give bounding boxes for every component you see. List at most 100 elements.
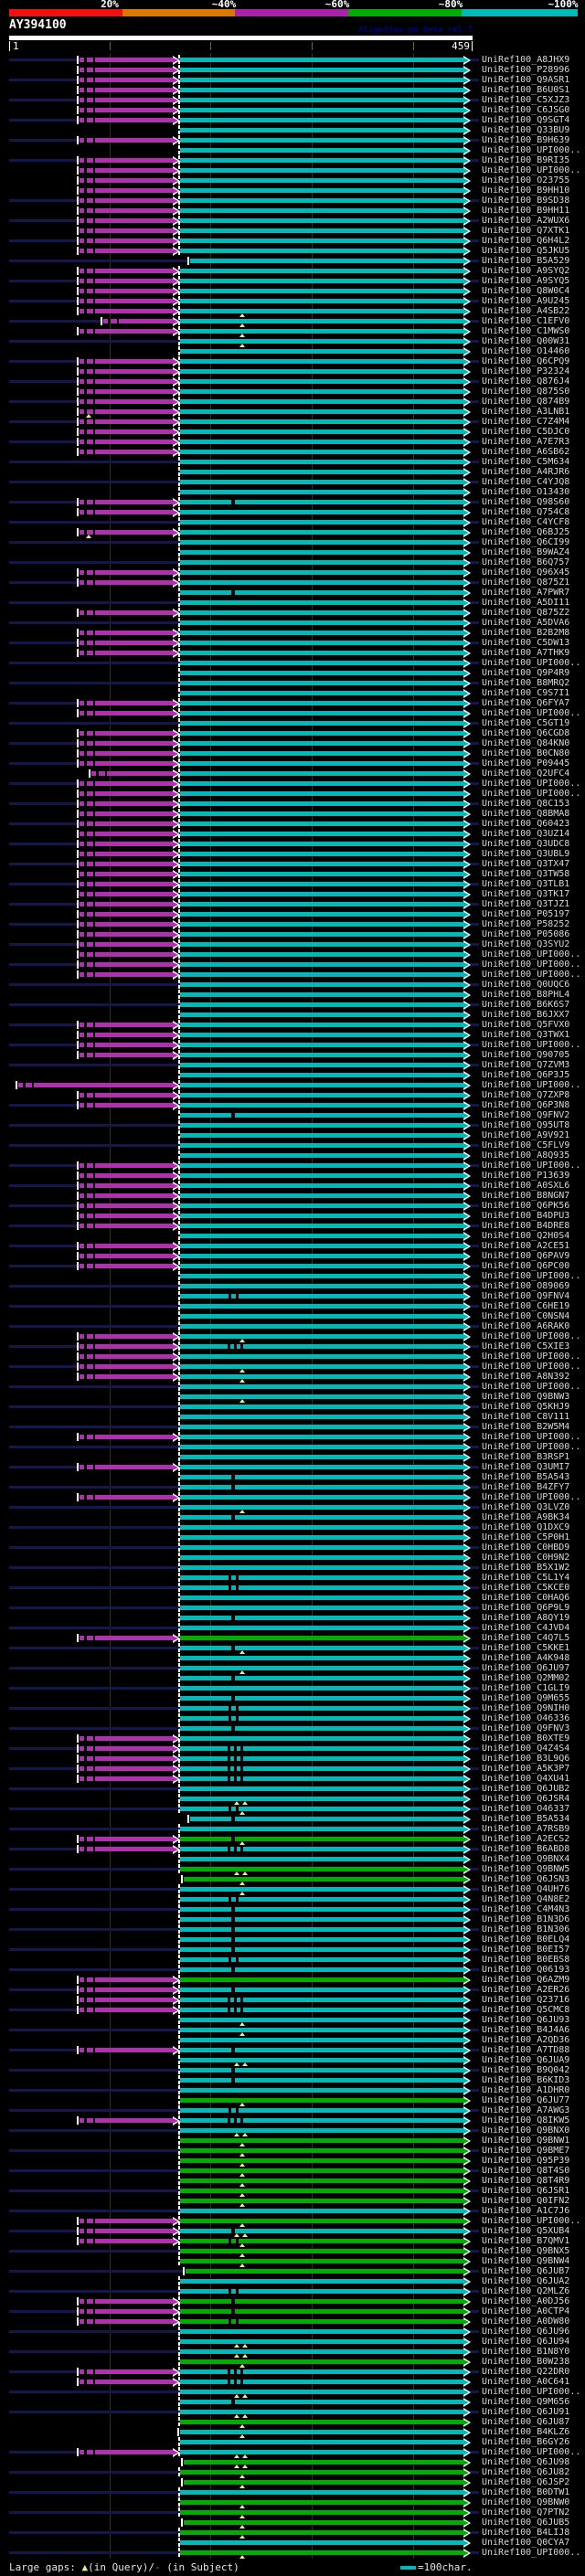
hit-label[interactable]: UniRef100_B4ZFY7 [482,1482,569,1492]
hit-label[interactable]: UniRef100_P09445 [482,758,569,769]
hit-label[interactable]: UniRef100_B1N3D6 [482,1914,569,1924]
hit-label[interactable]: UniRef100_Q9NIH0 [482,1703,569,1713]
hit-label[interactable]: UniRef100_C5KCE0 [482,1583,569,1593]
hit-label[interactable]: UniRef100_P32324 [482,366,569,376]
hit-label[interactable]: UniRef100_Q8T4S0 [482,2166,569,2176]
hit-label[interactable]: UniRef100_P05197 [482,909,569,919]
hit-label[interactable]: UniRef100_P13639 [482,1171,569,1181]
hit-label[interactable]: UniRef100_UPI000.. [482,1432,580,1442]
hit-label[interactable]: UniRef100_A0C641 [482,2377,569,2387]
hit-label[interactable]: UniRef100_Q6P3N8 [482,1100,569,1110]
hit-label[interactable]: UniRef100_C5XJZ3 [482,95,569,105]
hit-label[interactable]: UniRef100_UPI000.. [482,165,580,175]
hit-label[interactable]: UniRef100_Q3UZ14 [482,829,569,839]
hit-label[interactable]: UniRef100_A0CTP4 [482,2306,569,2316]
hit-label[interactable]: UniRef100_Q9M656 [482,2397,569,2407]
hit-label[interactable]: UniRef100_C8V111 [482,1412,569,1422]
hit-label[interactable]: UniRef100_Q6JU82 [482,2467,569,2477]
hit-label[interactable]: UniRef100_Q6JU94 [482,2337,569,2347]
hit-label[interactable]: UniRef100_Q6JU87 [482,2417,569,2427]
hit-label[interactable]: UniRef100_P28996 [482,65,569,75]
hit-label[interactable]: UniRef100_Q5FVX0 [482,1020,569,1030]
hit-label[interactable]: UniRef100_Q00W31 [482,336,569,346]
hit-label[interactable]: UniRef100_B6GY26 [482,2437,569,2447]
hit-label[interactable]: UniRef100_Q6JSR1 [482,2186,569,2196]
hit-label[interactable]: UniRef100_Q9ASR1 [482,75,569,85]
hit-label[interactable]: UniRef100_P05086 [482,929,569,939]
hit-label[interactable]: UniRef100_B6Q757 [482,557,569,567]
hit-label[interactable]: UniRef100_Q96X45 [482,567,569,578]
hit-label[interactable]: UniRef100_UPI000.. [482,2548,580,2558]
hit-label[interactable]: UniRef100_Q3UBL9 [482,849,569,859]
hit-label[interactable]: UniRef100_A4K948 [482,1653,569,1663]
hit-label[interactable]: UniRef100_B4DPU3 [482,1211,569,1221]
hit-label[interactable]: UniRef100_B4KLZ6 [482,2427,569,2437]
hit-label[interactable]: UniRef100_A8JHX9 [482,55,569,65]
hit-label[interactable]: UniRef100_A4RJR6 [482,467,569,477]
hit-label[interactable]: UniRef100_Q6BJ25 [482,527,569,537]
hit-label[interactable]: UniRef100_Q9M655 [482,1693,569,1703]
hit-label[interactable]: UniRef100_C4YJQ8 [482,477,569,487]
hit-label[interactable]: UniRef100_A1DHR0 [482,2085,569,2095]
hit-label[interactable]: UniRef100_Q6AZM9 [482,1975,569,1985]
hit-label[interactable]: UniRef100_P58252 [482,919,569,929]
hit-label[interactable]: UniRef100_A2ECS2 [482,1834,569,1844]
hit-label[interactable]: UniRef100_B5X1W2 [482,1563,569,1573]
hit-label[interactable]: UniRef100_C9S7I1 [482,688,569,698]
hit-label[interactable]: UniRef100_UPI000.. [482,708,580,718]
hit-label[interactable]: UniRef100_Q6H4L2 [482,236,569,246]
hit-label[interactable]: UniRef100_B3L9Q6 [482,1754,569,1764]
hit-label[interactable]: UniRef100_B9SD38 [482,196,569,206]
hit-label[interactable]: UniRef100_B1N8Y0 [482,2347,569,2357]
hit-label[interactable]: UniRef100_A9U245 [482,296,569,306]
hit-label[interactable]: UniRef100_Q9BME7 [482,2146,569,2156]
hit-label[interactable]: UniRef100_Q95P39 [482,2156,569,2166]
hit-label[interactable]: UniRef100_B0EBS8 [482,1955,569,1965]
hit-label[interactable]: UniRef100_Q9FNV3 [482,1723,569,1733]
hit-label[interactable]: UniRef100_Q3TK17 [482,889,569,899]
hit-label[interactable]: UniRef100_B2W5M4 [482,1422,569,1432]
hit-label[interactable]: UniRef100_O14460 [482,346,569,356]
hit-label[interactable]: UniRef100_C5XIE3 [482,1341,569,1352]
hit-label[interactable]: UniRef100_C4M4N3 [482,1904,569,1914]
hit-label[interactable]: UniRef100_Q5CMC8 [482,2005,569,2015]
hit-label[interactable]: UniRef100_Q22DR0 [482,2367,569,2377]
hit-label[interactable]: UniRef100_A2WUX6 [482,216,569,226]
hit-label[interactable]: UniRef100_C5FLV9 [482,1140,569,1150]
hit-label[interactable]: UniRef100_Q8W0C4 [482,286,569,296]
hit-label[interactable]: UniRef100_Q9BNW4 [482,2256,569,2266]
hit-label[interactable]: UniRef100_UPI000.. [482,658,580,668]
hit-label[interactable]: UniRef100_A4SB22 [482,306,569,316]
hit-label[interactable]: UniRef100_B3RSP1 [482,1452,569,1462]
hit-label[interactable]: UniRef100_C4JVD4 [482,1623,569,1633]
hit-label[interactable]: UniRef100_Q6JSP2 [482,2477,569,2487]
hit-label[interactable]: UniRef100_Q60423 [482,819,569,829]
hit-label[interactable]: UniRef100_Q9BNW1 [482,2136,569,2146]
hit-label[interactable]: UniRef100_UPI000.. [482,949,580,959]
hit-label[interactable]: UniRef100_Q0CYA7 [482,2538,569,2548]
hit-label[interactable]: UniRef100_Q2H0S4 [482,1231,569,1241]
hit-label[interactable]: UniRef100_B9HH10 [482,186,569,196]
hit-label[interactable]: UniRef100_A0DW80 [482,2316,569,2327]
hit-label[interactable]: UniRef100_C4YCF8 [482,517,569,527]
hit-label[interactable]: UniRef100_C0HBD9 [482,1542,569,1553]
hit-label[interactable]: UniRef100_B0W238 [482,2357,569,2367]
hit-label[interactable]: UniRef100_Q9FNV2 [482,1110,569,1120]
hit-label[interactable]: UniRef100_A9BK34 [482,1512,569,1522]
hit-label[interactable]: UniRef100_Q6JSN3 [482,1874,569,1884]
hit-label[interactable]: UniRef100_Q6JUB7 [482,2266,569,2276]
hit-label[interactable]: UniRef100_B9RI35 [482,155,569,165]
hit-label[interactable]: UniRef100_O23755 [482,175,569,186]
hit-label[interactable]: UniRef100_C5KKE1 [482,1643,569,1653]
hit-label[interactable]: UniRef100_UPI000.. [482,1442,580,1452]
hit-label[interactable]: UniRef100_UPI000.. [482,2387,580,2397]
hit-label[interactable]: UniRef100_UPI000.. [482,1362,580,1372]
hit-label[interactable]: UniRef100_B9Q042 [482,2065,569,2075]
hit-label[interactable]: UniRef100_UPI000.. [482,2447,580,2457]
hit-label[interactable]: UniRef100_Q6CGD8 [482,728,569,738]
hit-label[interactable]: UniRef100_A2ER26 [482,1985,569,1995]
hit-label[interactable]: UniRef100_Q6JU91 [482,2407,569,2417]
hit-label[interactable]: UniRef100_Q6JU96 [482,2327,569,2337]
hit-label[interactable]: UniRef100_C5L1Y4 [482,1573,569,1583]
hit-label[interactable]: UniRef100_Q6JU77 [482,2095,569,2105]
